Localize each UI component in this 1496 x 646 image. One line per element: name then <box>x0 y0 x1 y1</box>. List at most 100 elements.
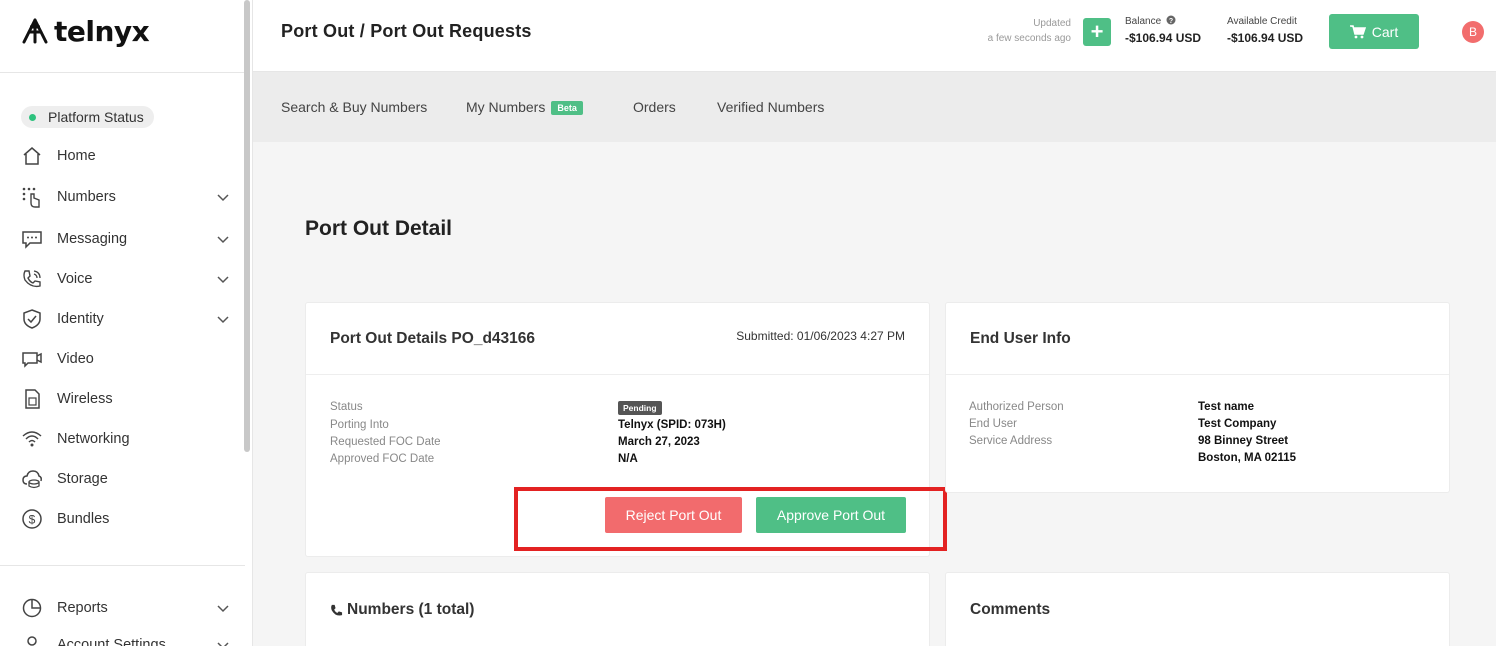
sidebar-item-bundles[interactable]: $ Bundles <box>20 504 235 534</box>
card-header: Port Out Details PO_d43166 Submitted: 01… <box>306 303 929 375</box>
balance-label: Balance <box>1125 16 1162 27</box>
add-funds-button[interactable]: + <box>1083 18 1111 46</box>
tab-my-numbers[interactable]: My Numbers Beta <box>466 99 583 115</box>
phone-icon <box>331 604 343 616</box>
sidebar: telnyx Platform Status Home Numbers Mess… <box>0 0 253 646</box>
chevron-down-icon <box>217 642 229 646</box>
sidebar-item-account-settings[interactable]: Account Settings <box>20 630 235 646</box>
beta-badge: Beta <box>551 101 583 115</box>
card-title: Port Out Details PO_d43166 <box>330 330 536 347</box>
chevron-down-icon <box>217 236 229 244</box>
cart-label: Cart <box>1371 23 1399 40</box>
credit-label: Available Credit <box>1227 16 1297 27</box>
sim-card-icon <box>20 387 44 411</box>
numbers-card: Numbers (1 total) <box>305 572 930 646</box>
chevron-down-icon <box>217 316 229 324</box>
sidebar-divider <box>0 565 245 566</box>
tab-my-numbers-label: My Numbers <box>466 99 546 115</box>
home-icon <box>20 144 44 168</box>
card-title: End User Info <box>970 330 1071 347</box>
sub-navigation: Search & Buy Numbers My Numbers Beta Orde… <box>253 72 1496 142</box>
sidebar-item-label: Bundles <box>57 511 110 527</box>
sidebar-item-label: Networking <box>57 431 130 447</box>
status-dot-icon <box>29 113 36 121</box>
submitted-date: Submitted: 01/06/2023 4:27 PM <box>736 329 905 343</box>
updated-label: Updated <box>1033 18 1071 29</box>
dollar-icon: $ <box>20 507 44 531</box>
card-header: Numbers (1 total) <box>330 601 474 619</box>
status-badge: Pending <box>618 401 662 415</box>
approved-foc-value: N/A <box>618 453 638 465</box>
sidebar-item-video[interactable]: Video <box>20 344 235 374</box>
voice-icon <box>20 267 44 291</box>
card-title: Numbers (1 total) <box>347 601 475 618</box>
help-icon[interactable]: ? <box>1166 15 1176 25</box>
sidebar-divider <box>0 72 245 73</box>
requested-foc-value: March 27, 2023 <box>618 436 700 448</box>
sidebar-item-label: Messaging <box>57 231 128 247</box>
authorized-person-value: Test name <box>1198 401 1255 413</box>
sidebar-item-networking[interactable]: Networking <box>20 424 235 454</box>
telnyx-logo-icon <box>22 18 48 44</box>
sidebar-item-label: Voice <box>57 271 93 287</box>
sidebar-item-label: Storage <box>57 471 108 487</box>
sidebar-item-label: Account Settings <box>57 637 166 646</box>
porting-into-label: Porting Into <box>330 419 389 431</box>
service-address-line2: Boston, MA 02115 <box>1198 452 1296 464</box>
comments-card: Comments <box>945 572 1450 646</box>
highlight-box <box>514 487 947 551</box>
sidebar-item-home[interactable]: Home <box>20 141 235 171</box>
requested-foc-label: Requested FOC Date <box>330 436 441 448</box>
sidebar-item-reports[interactable]: Reports <box>20 593 235 623</box>
numbers-icon <box>20 185 44 209</box>
sidebar-item-identity[interactable]: Identity <box>20 304 235 334</box>
chevron-down-icon <box>217 276 229 284</box>
sidebar-item-label: Identity <box>57 311 104 327</box>
page-title: Port Out / Port Out Requests <box>281 21 532 41</box>
main-heading: Port Out Detail <box>305 217 453 240</box>
tab-verified-numbers[interactable]: Verified Numbers <box>717 99 824 115</box>
cloud-storage-icon <box>20 467 44 491</box>
sidebar-item-messaging[interactable]: Messaging <box>20 224 235 254</box>
platform-status-label: Platform Status <box>48 109 144 125</box>
cart-button[interactable]: Cart <box>1329 14 1419 49</box>
balance-display: Balance ? -$106.94 USD <box>1125 15 1201 45</box>
sidebar-item-label: Numbers <box>57 189 116 205</box>
sidebar-item-numbers[interactable]: Numbers <box>20 182 235 212</box>
telnyx-logo[interactable]: telnyx <box>20 14 150 48</box>
end-user-value: Test Company <box>1198 418 1277 430</box>
sidebar-item-label: Wireless <box>57 391 113 407</box>
sidebar-item-voice[interactable]: Voice <box>20 264 235 294</box>
sidebar-item-label: Reports <box>57 600 108 616</box>
video-icon <box>20 347 44 371</box>
svg-text:$: $ <box>29 513 36 527</box>
updated-timestamp: Updated a few seconds ago <box>981 16 1071 46</box>
available-credit-display: Available Credit -$106.94 USD <box>1227 15 1303 45</box>
svg-text:?: ? <box>1169 18 1173 25</box>
pie-chart-icon <box>20 596 44 620</box>
telnyx-logo-text: telnyx <box>54 14 150 48</box>
sidebar-scrollbar[interactable] <box>244 0 250 452</box>
platform-status-badge[interactable]: Platform Status <box>21 106 154 128</box>
tab-search-buy-numbers[interactable]: Search & Buy Numbers <box>281 99 427 115</box>
sidebar-item-wireless[interactable]: Wireless <box>20 384 235 414</box>
messaging-icon <box>20 227 44 251</box>
user-icon <box>20 633 44 646</box>
sidebar-item-label: Video <box>57 351 94 367</box>
sidebar-item-storage[interactable]: Storage <box>20 464 235 494</box>
cart-icon <box>1349 24 1366 38</box>
service-address-line1: 98 Binney Street <box>1198 435 1289 447</box>
wifi-icon <box>20 427 44 451</box>
top-header: Port Out / Port Out Requests Updated a f… <box>253 0 1496 72</box>
end-user-label: End User <box>969 418 1017 430</box>
authorized-person-label: Authorized Person <box>969 401 1064 413</box>
service-address-label: Service Address <box>969 435 1053 447</box>
approved-foc-label: Approved FOC Date <box>330 453 435 465</box>
user-avatar[interactable]: B <box>1462 21 1484 43</box>
shield-icon <box>20 307 44 331</box>
credit-value: -$106.94 USD <box>1227 31 1304 45</box>
chevron-down-icon <box>217 194 229 202</box>
tab-orders[interactable]: Orders <box>633 99 676 115</box>
card-header: End User Info <box>946 303 1449 375</box>
balance-value: -$106.94 USD <box>1125 31 1202 45</box>
